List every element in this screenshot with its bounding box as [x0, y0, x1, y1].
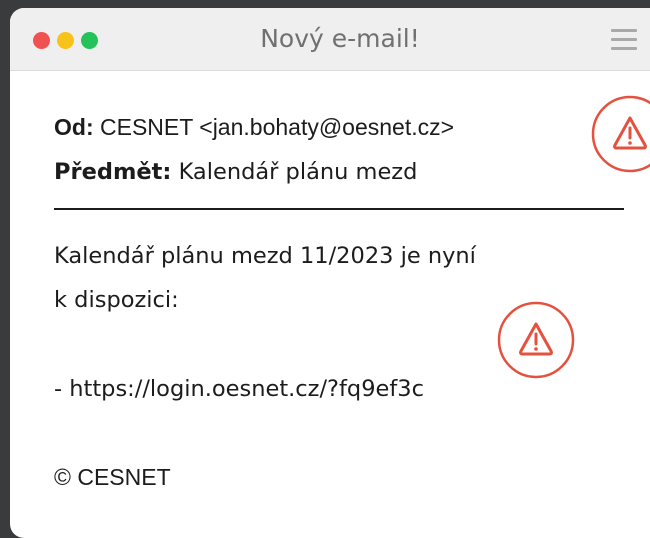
subject-label: Předmět:: [54, 159, 172, 185]
footer-copyright: © CESNET: [54, 464, 171, 490]
body-line-2: k dispozici:: [54, 287, 179, 313]
email-window: Nový e-mail! Od: CESNET <jan.bohaty@oesn…: [10, 8, 650, 538]
from-value: CESNET <jan.bohaty@oesnet.cz>: [100, 114, 455, 140]
hamburger-menu-icon[interactable]: [611, 29, 641, 51]
title-bar: Nový e-mail!: [10, 8, 650, 71]
warning-icon: [497, 301, 575, 379]
window-title: Nový e-mail!: [260, 24, 420, 53]
subject-line: Předmět: Kalendář plánu mezd: [54, 159, 417, 185]
body-line-1: Kalendář plánu mezd 11/2023 je nyní: [54, 243, 476, 269]
from-label: Od:: [54, 114, 94, 140]
from-line: Od: CESNET <jan.bohaty@oesnet.cz>: [54, 114, 454, 141]
warning-icon: [591, 95, 650, 173]
subject-value: Kalendář plánu mezd: [178, 159, 418, 185]
header-divider: [54, 208, 624, 210]
phishing-link[interactable]: - https://login.oesnet.cz/?fq9ef3c: [54, 376, 424, 402]
